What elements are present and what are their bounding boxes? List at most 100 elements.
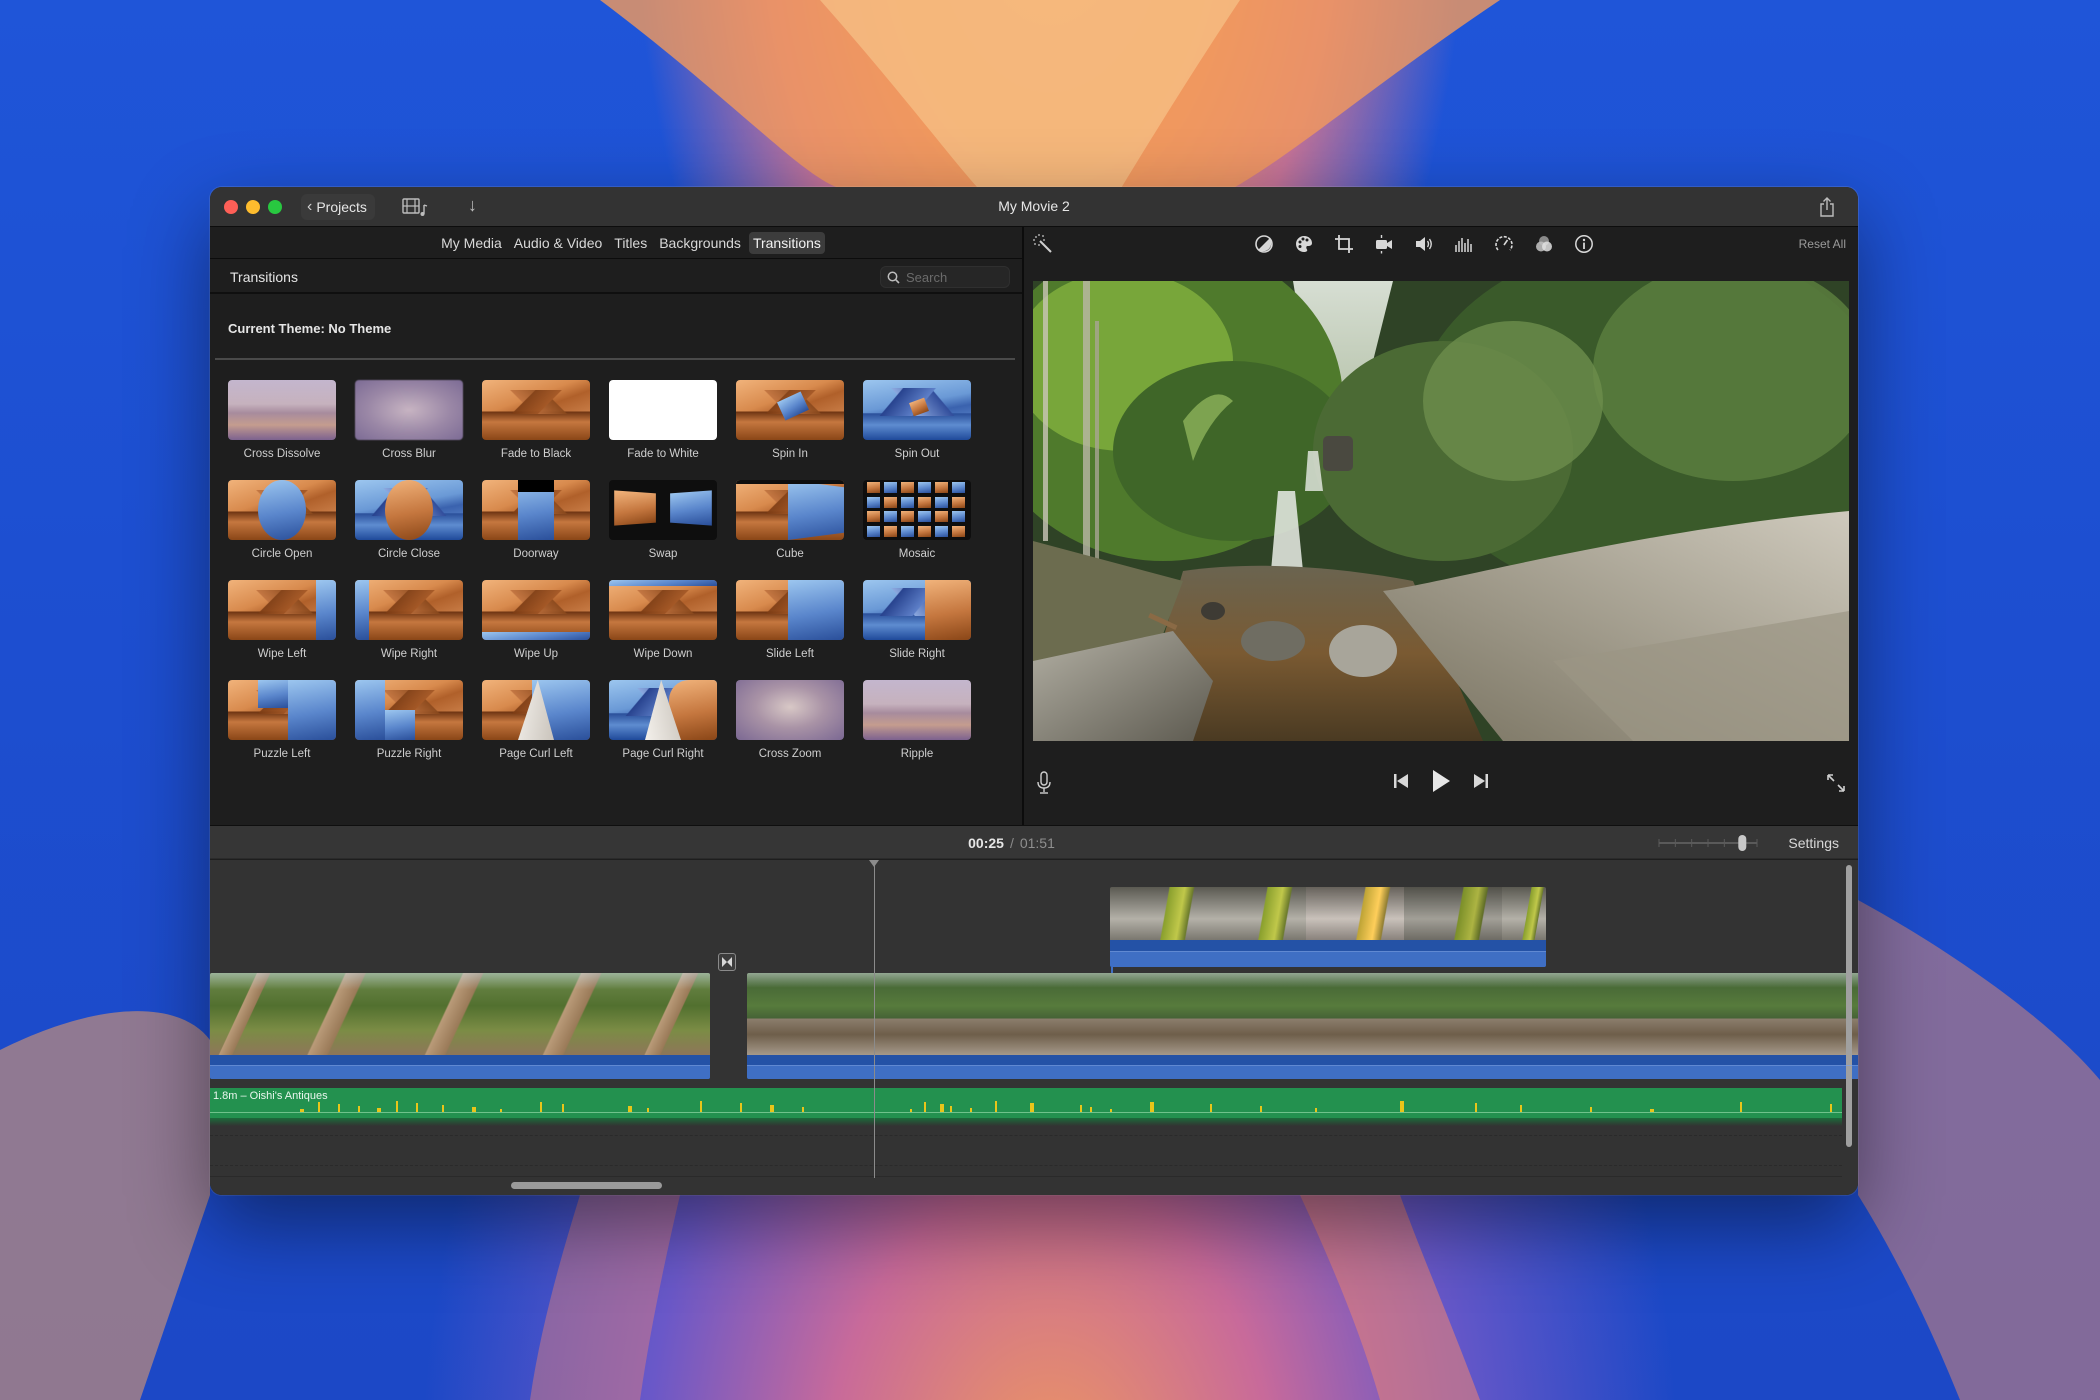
waveform-peak [700, 1101, 702, 1112]
transition-thumbnail [736, 680, 844, 740]
tab-backgrounds[interactable]: Backgrounds [655, 232, 745, 254]
transition-fade-to-white[interactable]: Fade to White [609, 380, 717, 460]
thumbnail-overlay [901, 482, 914, 493]
tab-my-media[interactable]: My Media [437, 232, 506, 254]
cutaway-clip[interactable] [1110, 887, 1546, 967]
clip-filter-icon[interactable] [1533, 233, 1555, 255]
timeline-header: 00:25 / 01:51 Settings [210, 825, 1858, 859]
thumbnail-overlay [385, 480, 433, 540]
transition-cube[interactable]: Cube [736, 480, 844, 560]
tab-audio-video[interactable]: Audio & Video [510, 232, 606, 254]
waveform-peak [1090, 1107, 1092, 1112]
transition-label: Ripple [900, 748, 934, 760]
thumbnail-overlay [884, 525, 897, 537]
transition-wipe-right[interactable]: Wipe Right [355, 580, 463, 660]
transition-spin-in[interactable]: Spin In [736, 380, 844, 460]
current-time: 00:25 [968, 835, 1004, 851]
video-clip-waterfall[interactable] [747, 973, 1858, 1079]
transition-label: Cube [776, 548, 804, 560]
transition-fade-to-black[interactable]: Fade to Black [482, 380, 590, 460]
transition-label: Wipe Right [380, 648, 438, 660]
video-clip-forest[interactable] [210, 973, 710, 1079]
imovie-window: ‹ Projects ↓ My Movie 2 My Media Audio &… [210, 187, 1858, 1195]
search-field[interactable] [880, 266, 1010, 288]
transition-wipe-down[interactable]: Wipe Down [609, 580, 717, 660]
transition-label: Cross Blur [382, 448, 436, 460]
transition-thumbnail [355, 680, 463, 740]
transition-label: Wipe Up [513, 648, 559, 660]
speed-icon[interactable] [1493, 233, 1515, 255]
transition-cross-zoom[interactable]: Cross Zoom [736, 680, 844, 760]
thumbnail-overlay [918, 496, 931, 508]
transition-thumbnail [482, 580, 590, 640]
reset-all-button[interactable]: Reset All [1799, 237, 1846, 251]
thumbnail-overlay [670, 490, 712, 526]
transition-swap[interactable]: Swap [609, 480, 717, 560]
transition-page-curl-right[interactable]: Page Curl Right [609, 680, 717, 760]
transition-cross-blur[interactable]: Cross Blur [355, 380, 463, 460]
transition-thumbnail [482, 480, 590, 540]
clip-frame [1305, 887, 1404, 940]
share-icon[interactable] [1818, 196, 1836, 218]
transition-spin-out[interactable]: Spin Out [863, 380, 971, 460]
volume-icon[interactable] [1413, 233, 1435, 255]
playhead[interactable] [869, 860, 879, 1178]
transition-thumbnail [609, 580, 717, 640]
transition-slide-right[interactable]: Slide Right [863, 580, 971, 660]
thumbnail-overlay [518, 480, 554, 492]
search-input[interactable] [906, 269, 1001, 285]
timeline-settings-button[interactable]: Settings [1788, 835, 1839, 851]
transition-thumbnail [228, 480, 336, 540]
thumbnail-overlay [385, 710, 415, 740]
info-icon[interactable] [1573, 233, 1595, 255]
vertical-scrollbar[interactable] [1846, 865, 1852, 1147]
skip-back-icon[interactable] [1393, 773, 1409, 789]
transition-circle-close[interactable]: Circle Close [355, 480, 463, 560]
horizontal-scrollbar[interactable] [511, 1182, 662, 1189]
transition-doorway[interactable]: Doorway [482, 480, 590, 560]
tab-titles[interactable]: Titles [610, 232, 651, 254]
transition-label: Circle Close [378, 548, 440, 560]
thumbnail-overlay [355, 680, 385, 740]
timeline-zoom-slider[interactable] [1657, 835, 1759, 851]
transition-circle-open[interactable]: Circle Open [228, 480, 336, 560]
transition-label: Doorway [513, 548, 559, 560]
thumbnail-overlay [884, 496, 897, 508]
stabilization-icon[interactable] [1373, 233, 1395, 255]
clip-frame [392, 973, 510, 1055]
video-preview[interactable] [1033, 281, 1849, 741]
transition-cross-dissolve[interactable]: Cross Dissolve [228, 380, 336, 460]
color-balance-icon[interactable] [1253, 233, 1275, 255]
thumbnail-overlay [935, 525, 948, 537]
thumbnail-overlay [918, 511, 931, 522]
waveform-peak [1315, 1108, 1317, 1112]
transition-slide-left[interactable]: Slide Left [736, 580, 844, 660]
transition-thumbnail [609, 680, 717, 740]
noise-reduction-icon[interactable] [1453, 233, 1475, 255]
tab-transitions[interactable]: Transitions [748, 231, 825, 254]
transition-wipe-up[interactable]: Wipe Up [482, 580, 590, 660]
color-correction-icon[interactable] [1293, 233, 1315, 255]
clip-audio-waveform [1110, 940, 1546, 967]
fullscreen-icon[interactable] [1826, 773, 1846, 793]
waveform-peak [770, 1105, 774, 1112]
transition-wipe-left[interactable]: Wipe Left [228, 580, 336, 660]
timeline: 1.8m – Oishi's Antiques [210, 860, 1858, 1195]
background-music-track[interactable]: 1.8m – Oishi's Antiques [210, 1088, 1842, 1126]
crop-icon[interactable] [1333, 233, 1355, 255]
scroll-track [210, 1176, 1842, 1177]
transition-page-curl-left[interactable]: Page Curl Left [482, 680, 590, 760]
skip-forward-icon[interactable] [1473, 773, 1489, 789]
transition-puzzle-left[interactable]: Puzzle Left [228, 680, 336, 760]
play-icon[interactable] [1431, 769, 1451, 793]
clip-frame [1339, 973, 1459, 1055]
thumbnail-overlay [884, 511, 897, 522]
transition-puzzle-right[interactable]: Puzzle Right [355, 680, 463, 760]
thumbnail-overlay [918, 482, 931, 493]
transition-marker[interactable] [718, 953, 736, 971]
slider-knob[interactable] [1738, 835, 1747, 851]
thumbnail-overlay [609, 580, 717, 586]
transition-ripple[interactable]: Ripple [863, 680, 971, 760]
transition-mosaic[interactable]: Mosaic [863, 480, 971, 560]
transition-thumbnail [355, 480, 463, 540]
